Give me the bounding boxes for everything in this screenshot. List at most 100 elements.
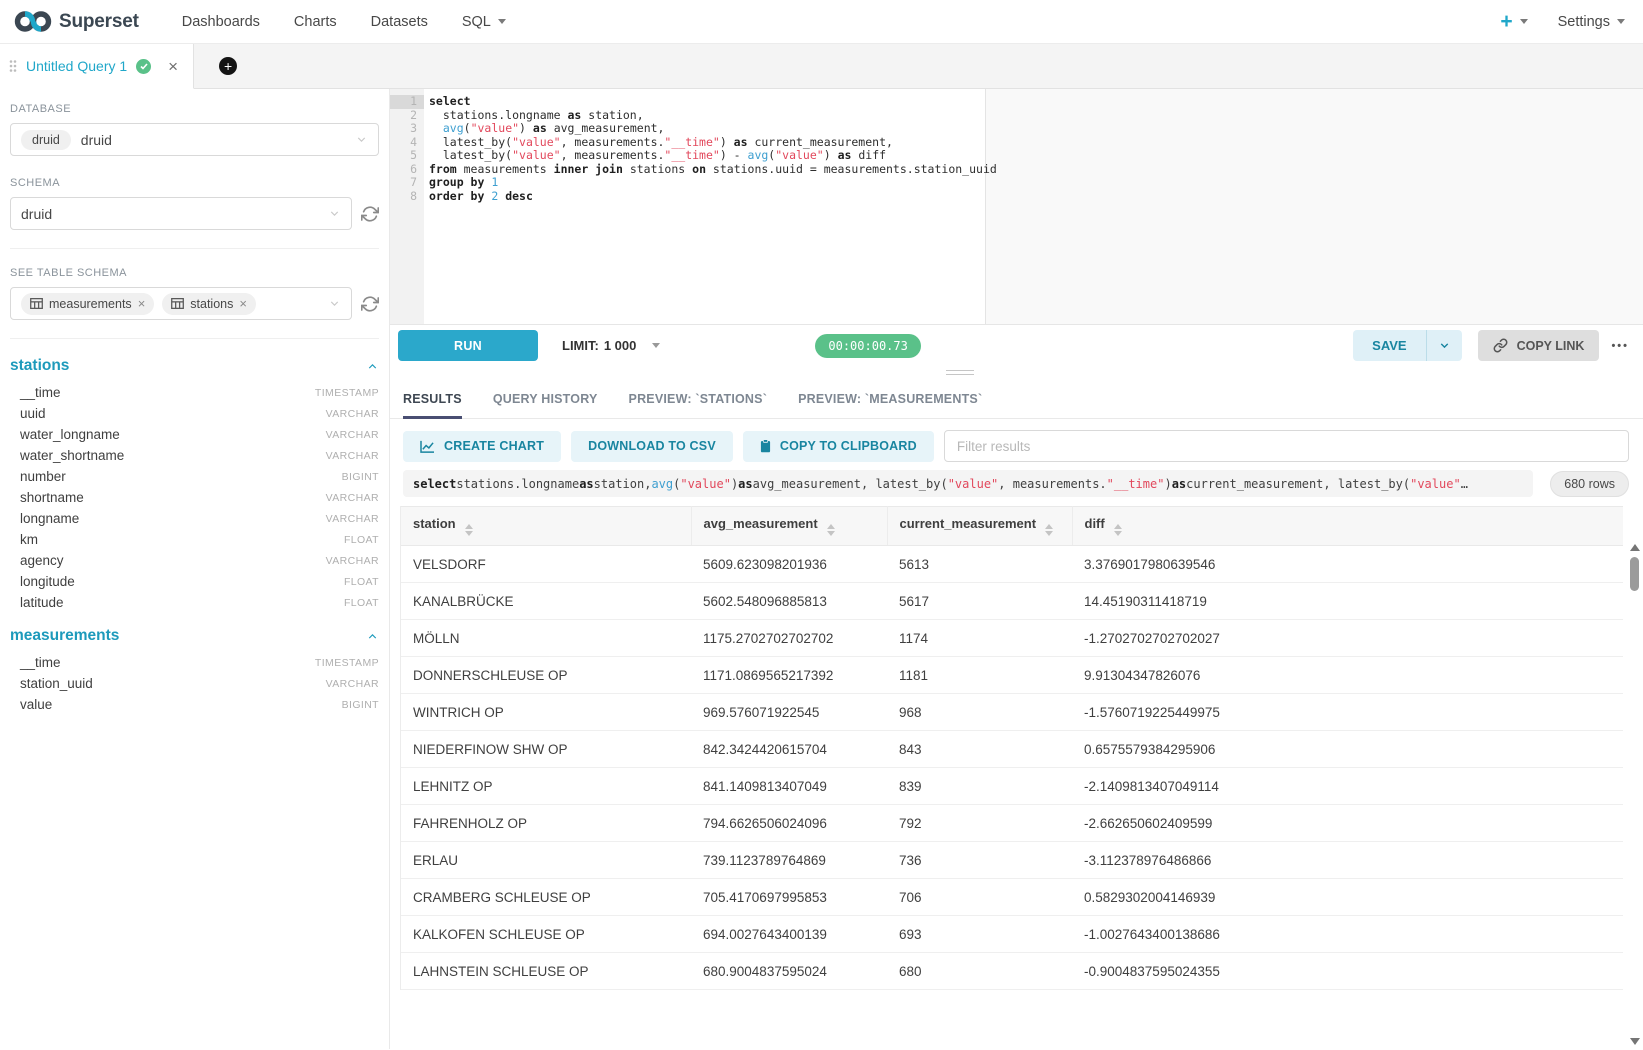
query-tab-bar: Untitled Query 1 × + <box>0 44 1643 89</box>
tab-results[interactable]: RESULTS <box>403 380 462 418</box>
table-section-stations[interactable]: stations <box>10 357 379 375</box>
table-cell: -2.662650602409599 <box>1072 805 1623 842</box>
tab-query-history[interactable]: QUERY HISTORY <box>493 380 598 418</box>
scroll-down-icon[interactable] <box>1630 1038 1640 1045</box>
results-table: stationavg_measurementcurrent_measuremen… <box>401 506 1623 990</box>
top-nav: Superset Dashboards Charts Datasets SQL … <box>0 0 1643 44</box>
download-csv-button[interactable]: DOWNLOAD TO CSV <box>571 431 733 462</box>
create-chart-button[interactable]: CREATE CHART <box>403 431 561 462</box>
sort-icon[interactable] <box>1114 524 1122 536</box>
table-cell: 841.1409813407049 <box>691 768 887 805</box>
editor-toolbar: RUN LIMIT: 1 000 00:00:00.73 SAVE COPY L… <box>390 324 1643 366</box>
table-pill-stations[interactable]: stations × <box>162 293 256 315</box>
table-cell: LEHNITZ OP <box>401 768 691 805</box>
schema-column-row: numberBIGINT <box>0 466 389 487</box>
table-cell: 794.6626506024096 <box>691 805 887 842</box>
table-select[interactable]: measurements × stations × <box>10 287 352 320</box>
table-pill-measurements[interactable]: measurements × <box>21 293 154 315</box>
table-cell: NIEDERFINOW SHW OP <box>401 731 691 768</box>
drag-handle-icon[interactable] <box>9 59 17 73</box>
column-header-station[interactable]: station <box>401 507 691 546</box>
table-row: CRAMBERG SCHLEUSE OP705.4170697995853706… <box>401 879 1623 916</box>
tab-preview-stations[interactable]: PREVIEW: `STATIONS` <box>629 380 768 418</box>
table-section-measurements[interactable]: measurements <box>10 627 379 645</box>
code-line[interactable]: group by 1 <box>429 176 1643 190</box>
close-icon[interactable]: × <box>239 297 247 310</box>
splitter-grip[interactable] <box>946 370 974 378</box>
table-icon <box>30 298 43 309</box>
table-row: VELSDORF5609.62309820193656133.376901798… <box>401 546 1623 583</box>
sort-icon[interactable] <box>465 524 473 536</box>
chevron-down-icon <box>328 207 341 220</box>
schema-select[interactable]: druid <box>10 197 352 230</box>
nav-item-datasets[interactable]: Datasets <box>371 14 428 30</box>
code-line[interactable]: stations.longname as station, <box>429 109 1643 123</box>
schema-column-row: longitudeFLOAT <box>0 571 389 592</box>
column-header-current_measurement[interactable]: current_measurement <box>887 507 1072 546</box>
results-header-row: stationavg_measurementcurrent_measuremen… <box>401 507 1623 546</box>
table-cell: 5602.548096885813 <box>691 583 887 620</box>
table-cell: 1174 <box>887 620 1072 657</box>
code-line[interactable]: latest_by("value", measurements."__time"… <box>429 149 1643 163</box>
column-header-avg_measurement[interactable]: avg_measurement <box>691 507 887 546</box>
add-tab-button[interactable]: + <box>219 57 237 75</box>
superset-brand[interactable]: Superset <box>14 8 139 35</box>
table-row: LEHNITZ OP841.1409813407049839-2.1409813… <box>401 768 1623 805</box>
editor-code[interactable]: select stations.longname as station, avg… <box>424 89 1643 324</box>
results-scrollbar[interactable] <box>1629 544 1640 1045</box>
database-select[interactable]: druid druid <box>10 123 379 156</box>
table-cell: 739.1123789764869 <box>691 842 887 879</box>
code-line[interactable]: select <box>429 95 1643 109</box>
column-header-diff[interactable]: diff <box>1072 507 1623 546</box>
copy-link-button[interactable]: COPY LINK <box>1478 330 1600 361</box>
chevron-down-icon <box>498 19 506 24</box>
table-cell: -2.1409813407049114 <box>1072 768 1623 805</box>
nav-item-sql[interactable]: SQL <box>462 14 506 30</box>
new-item-button[interactable]: + <box>1500 11 1527 32</box>
sort-icon[interactable] <box>827 524 835 536</box>
copy-clipboard-button[interactable]: COPY TO CLIPBOARD <box>743 431 934 462</box>
sort-icon[interactable] <box>1045 524 1053 536</box>
tab-title: Untitled Query 1 <box>26 58 127 74</box>
schema-column-row: valueBIGINT <box>0 694 389 715</box>
scroll-up-icon[interactable] <box>1630 544 1640 551</box>
table-cell: -0.9004837595024355 <box>1072 953 1623 990</box>
settings-menu[interactable]: Settings <box>1558 14 1625 30</box>
results-table-wrap: stationavg_measurementcurrent_measuremen… <box>400 506 1623 990</box>
close-icon[interactable]: × <box>168 58 178 75</box>
link-icon <box>1493 338 1508 353</box>
refresh-schema-icon[interactable] <box>361 205 379 223</box>
code-line[interactable]: order by 2 desc <box>429 190 1643 204</box>
nav-item-charts[interactable]: Charts <box>294 14 337 30</box>
save-dropdown-button[interactable] <box>1426 330 1462 361</box>
scrollbar-thumb[interactable] <box>1630 557 1639 591</box>
code-line[interactable]: from measurements inner join stations on… <box>429 163 1643 177</box>
chevron-up-icon <box>366 630 379 643</box>
sql-editor[interactable]: 12345678 select stations.longname as sta… <box>390 89 1643 324</box>
sqllab-sidebar: DATABASE druid druid SCHEMA druid <box>0 89 390 1049</box>
save-split-button[interactable]: SAVE <box>1353 330 1461 361</box>
table-row: FAHRENHOLZ OP794.6626506024096792-2.6626… <box>401 805 1623 842</box>
code-line[interactable]: latest_by("value", measurements."__time"… <box>429 136 1643 150</box>
more-menu-button[interactable]: ••• <box>1611 340 1629 352</box>
tab-untitled-query-1[interactable]: Untitled Query 1 × <box>0 44 194 89</box>
refresh-tables-icon[interactable] <box>361 295 379 313</box>
schema-column-row: __timeTIMESTAMP <box>0 382 389 403</box>
table-cell: 694.0027643400139 <box>691 916 887 953</box>
line-number: 2 <box>390 109 424 123</box>
limit-dropdown[interactable]: LIMIT: 1 000 <box>562 338 660 353</box>
close-icon[interactable]: × <box>138 297 146 310</box>
tab-preview-measurements[interactable]: PREVIEW: `MEASUREMENTS` <box>798 380 982 418</box>
run-button[interactable]: RUN <box>398 330 538 361</box>
table-row: WINTRICH OP969.576071922545968-1.5760719… <box>401 694 1623 731</box>
table-icon <box>171 298 184 309</box>
save-button[interactable]: SAVE <box>1353 330 1425 361</box>
code-line[interactable]: avg("value") as avg_measurement, <box>429 122 1643 136</box>
table-row: MÖLLN1175.27027027027021174-1.2702702702… <box>401 620 1623 657</box>
table-row: KALKOFEN SCHLEUSE OP694.0027643400139693… <box>401 916 1623 953</box>
line-number: 7 <box>390 176 424 190</box>
filter-results-input[interactable] <box>944 430 1629 462</box>
pane-splitter <box>390 366 1643 380</box>
nav-item-dashboards[interactable]: Dashboards <box>182 14 260 30</box>
chevron-down-icon <box>355 133 368 146</box>
